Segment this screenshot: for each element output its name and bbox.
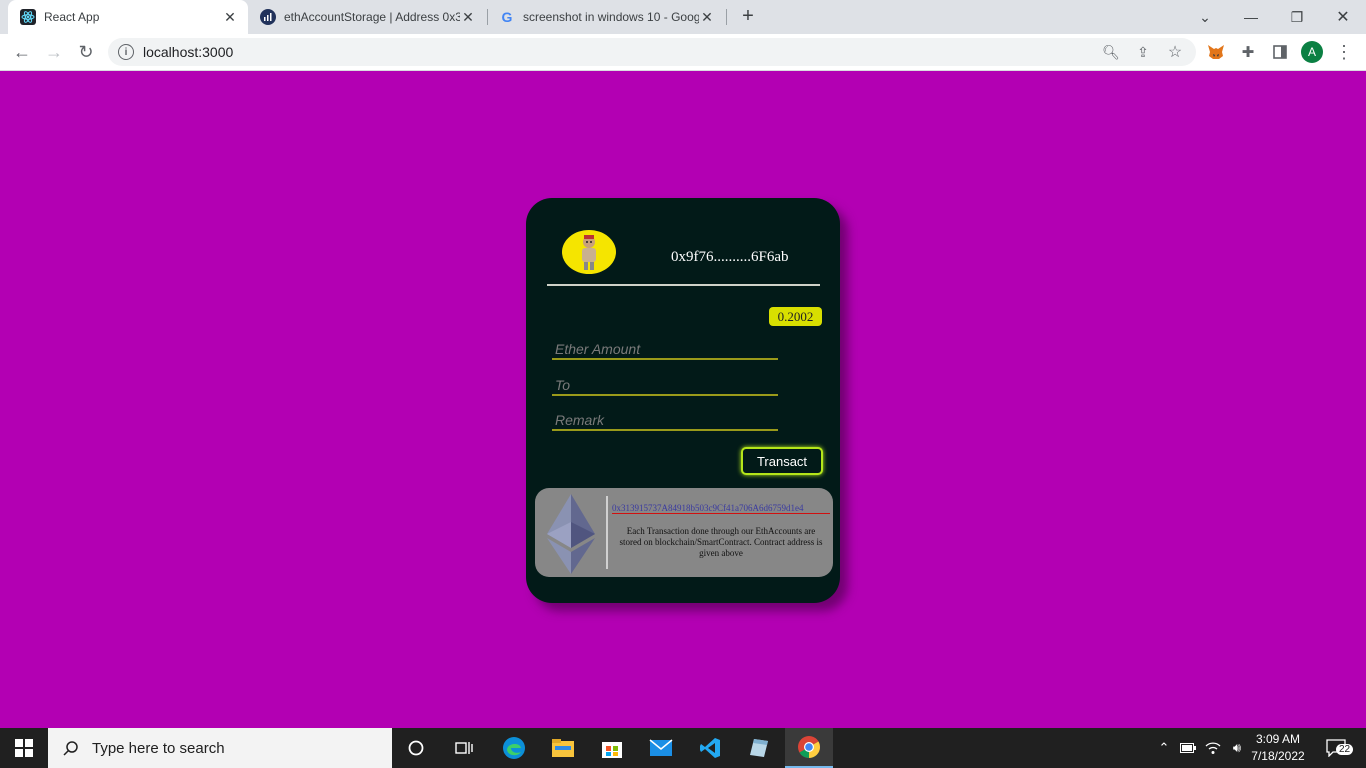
- google-icon: G: [501, 9, 513, 25]
- edge-icon[interactable]: [490, 728, 538, 768]
- balance-badge: 0.2002: [769, 307, 822, 326]
- microsoft-store-icon[interactable]: [588, 728, 636, 768]
- zoom-icon[interactable]: 🔍︎: [1102, 43, 1120, 61]
- react-icon: [20, 9, 36, 25]
- remark-field: [552, 411, 778, 431]
- contract-address-link[interactable]: 0x313915737A84918b503c9Cf41a706A6d6759d1…: [612, 503, 830, 514]
- wallet-card: 0x9f76..........6F6ab 0.2002 Transact 0x…: [526, 198, 840, 603]
- ether-amount-field: [552, 340, 778, 360]
- close-tab-icon[interactable]: ✕: [699, 9, 715, 25]
- account-avatar-icon: [562, 230, 616, 274]
- site-info-icon[interactable]: i: [118, 44, 134, 60]
- header-divider: [547, 284, 820, 286]
- etherscan-icon: [260, 9, 276, 25]
- search-placeholder: Type here to search: [92, 739, 225, 757]
- tab-strip: React App ✕ ethAccountStorage | Address …: [0, 0, 1366, 34]
- tab-google-search[interactable]: G screenshot in windows 10 - Goog ✕: [487, 0, 725, 34]
- to-field: [552, 376, 778, 396]
- transact-button[interactable]: Transact: [741, 447, 823, 475]
- windows-taskbar: Type here to search ⌃ 🔊︎ 3:09 AM 7/18/20…: [0, 728, 1366, 768]
- windows-start-icon[interactable]: [0, 728, 48, 768]
- extensions-puzzle-icon[interactable]: ✚: [1234, 38, 1262, 66]
- browser-toolbar: ← → ↻ i localhost:3000 🔍︎ ⇪ ☆ ✚ A ⋮: [0, 34, 1366, 71]
- close-tab-icon[interactable]: ✕: [222, 9, 238, 25]
- ether-amount-input[interactable]: [552, 340, 778, 358]
- notepad-app-icon[interactable]: [735, 728, 783, 768]
- chrome-menu-icon[interactable]: ⋮: [1330, 38, 1358, 66]
- tab-react-app[interactable]: React App ✕: [8, 0, 248, 34]
- clock-time: 3:09 AM: [1255, 732, 1301, 746]
- profile-avatar[interactable]: A: [1301, 41, 1323, 63]
- task-view-icon[interactable]: [440, 728, 488, 768]
- mail-icon[interactable]: [637, 728, 685, 768]
- remark-input[interactable]: [552, 411, 778, 429]
- tab-divider: [726, 9, 727, 25]
- search-icon: [62, 739, 80, 757]
- tab-ethaccountstorage[interactable]: ethAccountStorage | Address 0x3 ✕: [248, 0, 486, 34]
- account-address: 0x9f76..........6F6ab: [671, 249, 789, 265]
- reload-button[interactable]: ↻: [72, 38, 100, 66]
- tab-search-icon[interactable]: ⌄: [1182, 0, 1228, 34]
- transaction-note: Each Transaction done through our EthAcc…: [619, 526, 823, 558]
- battery-icon[interactable]: [1178, 728, 1198, 768]
- tab-title: ethAccountStorage | Address 0x3: [284, 10, 460, 24]
- taskbar-search-box[interactable]: Type here to search: [48, 728, 392, 768]
- notification-count: 22: [1336, 744, 1354, 755]
- wifi-icon[interactable]: [1202, 728, 1224, 768]
- minimize-button[interactable]: —: [1228, 0, 1274, 34]
- notification-center-icon[interactable]: 22: [1316, 728, 1356, 768]
- new-tab-button[interactable]: +: [737, 5, 759, 27]
- taskbar-clock[interactable]: 3:09 AM 7/18/2022: [1248, 731, 1308, 765]
- url-text: localhost:3000: [143, 44, 234, 60]
- contract-info-box: 0x313915737A84918b503c9Cf41a706A6d6759d1…: [535, 488, 833, 577]
- close-tab-icon[interactable]: ✕: [460, 9, 476, 25]
- file-explorer-icon[interactable]: [539, 728, 587, 768]
- metamask-extension-icon[interactable]: [1202, 38, 1230, 66]
- to-input[interactable]: [552, 376, 778, 394]
- chrome-icon[interactable]: [785, 728, 833, 768]
- forward-button[interactable]: →: [40, 38, 68, 66]
- info-divider: [606, 496, 608, 569]
- close-window-button[interactable]: ✕: [1320, 0, 1366, 34]
- vscode-icon[interactable]: [686, 728, 734, 768]
- cortana-icon[interactable]: [392, 728, 440, 768]
- side-panel-icon[interactable]: [1266, 38, 1294, 66]
- share-icon[interactable]: ⇪: [1134, 43, 1152, 61]
- back-button[interactable]: ←: [8, 38, 36, 66]
- address-bar[interactable]: i localhost:3000 🔍︎ ⇪ ☆: [108, 38, 1196, 66]
- tab-title: screenshot in windows 10 - Goog: [523, 10, 699, 24]
- restore-button[interactable]: ❐: [1274, 0, 1320, 34]
- page-background: 0x9f76..........6F6ab 0.2002 Transact 0x…: [0, 71, 1366, 728]
- tab-title: React App: [44, 10, 100, 24]
- bookmark-star-icon[interactable]: ☆: [1166, 43, 1184, 61]
- show-hidden-icons-icon[interactable]: ⌃: [1154, 728, 1174, 768]
- ethereum-icon: [547, 494, 595, 574]
- clock-date: 7/18/2022: [1251, 749, 1305, 763]
- volume-icon[interactable]: 🔊︎: [1226, 728, 1248, 768]
